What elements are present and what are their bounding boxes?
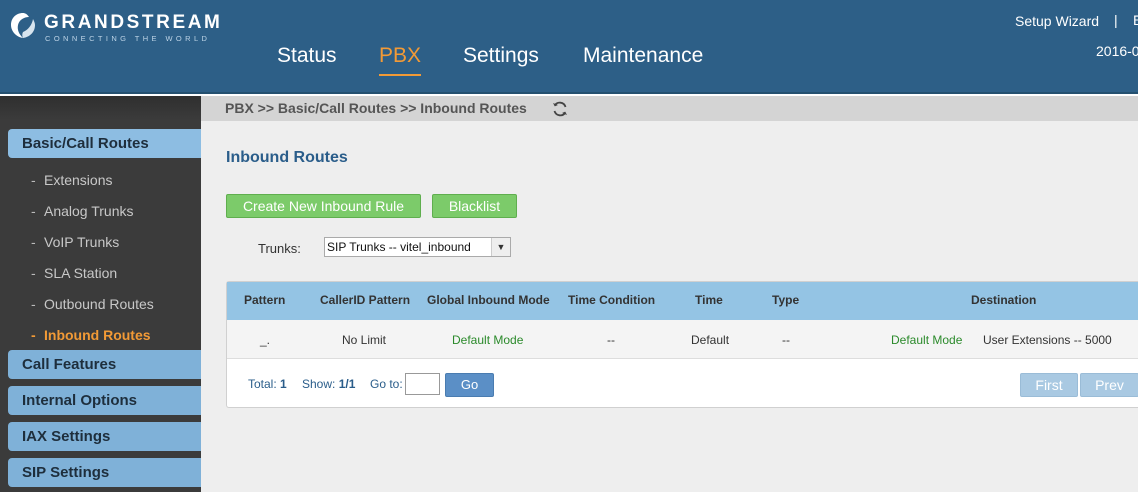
brand-logo[interactable]: GRANDSTREAM CONNECTING THE WORLD [8,10,228,46]
sidebar-item-label: Extensions [44,172,113,188]
prev-page-button[interactable]: Prev [1080,373,1138,397]
trunks-label: Trunks: [258,241,301,256]
sidebar-item-sla-station[interactable]: - SLA Station [31,265,117,281]
goto-page-input[interactable] [405,373,440,395]
sidebar-section-internal-options[interactable]: Internal Options [8,386,201,415]
pager-total-value: 1 [280,377,287,391]
pager-show-value: 1/1 [338,377,356,391]
column-header-global-inbound-mode[interactable]: Global Inbound Mode [427,293,550,307]
go-button[interactable]: Go [445,373,494,397]
sidebar-section-call-features[interactable]: Call Features [8,350,201,379]
sidebar-section-iax-settings[interactable]: IAX Settings [8,422,201,451]
column-header-destination[interactable]: Destination [971,293,1036,307]
main-content: Inbound Routes Create New Inbound Rule B… [201,121,1138,492]
sidebar-section-sip-settings[interactable]: SIP Settings [8,458,201,487]
trunks-select[interactable]: SIP Trunks -- vitel_inbound ▼ [324,237,511,257]
sidebar-section-basic-call-routes[interactable]: Basic/Call Routes [8,129,201,158]
sidebar-item-analog-trunks[interactable]: - Analog Trunks [31,203,134,219]
nav-status[interactable]: Status [277,44,337,68]
cell-type: -- [782,333,790,347]
sidebar-item-label: VoIP Trunks [44,234,120,250]
cell-global-inbound-mode[interactable]: Default Mode [452,333,523,347]
pager-show-label: Show: [302,377,336,391]
column-header-pattern[interactable]: Pattern [244,293,285,307]
sidebar-item-outbound-routes[interactable]: - Outbound Routes [31,296,154,312]
sidebar-item-label: Outbound Routes [44,296,154,312]
cell-time: Default [691,333,730,347]
brand-tagline: CONNECTING THE WORLD [45,34,211,43]
table-row[interactable]: _. No Limit Default Mode -- Default -- D… [227,320,1138,359]
blacklist-button[interactable]: Blacklist [432,194,517,218]
create-inbound-rule-button[interactable]: Create New Inbound Rule [226,194,421,218]
cell-destination: User Extensions -- 5000 [983,333,1112,347]
grandstream-logo-icon [11,13,35,38]
refresh-icon[interactable] [551,100,569,118]
sidebar-item-label: Analog Trunks [44,203,134,219]
sidebar-item-extensions[interactable]: - Extensions [31,172,112,188]
topbar-separator: | [1114,12,1118,28]
pager-show: Show: 1/1 [302,377,355,391]
sidebar-item-label: Inbound Routes [44,327,151,343]
pager-total: Total: 1 [248,377,287,391]
sidebar-item-label: SLA Station [44,265,118,281]
setup-wizard-link[interactable]: Setup Wizard [1015,13,1099,29]
breadcrumb-bar: PBX >> Basic/Call Routes >> Inbound Rout… [201,96,1138,121]
pager-total-label: Total: [248,377,277,391]
system-date: 2016-0 [1096,43,1138,59]
first-page-button[interactable]: First [1020,373,1078,397]
nav-maintenance[interactable]: Maintenance [583,44,703,68]
column-header-callerid-pattern[interactable]: CallerID Pattern [320,293,410,307]
pager-goto-label: Go to: [370,377,403,391]
brand-name: GRANDSTREAM [44,12,223,33]
page-title: Inbound Routes [226,149,348,166]
nav-pbx[interactable]: PBX [379,44,422,76]
topbar-extra-link[interactable]: E [1133,12,1138,28]
dropdown-arrow-icon[interactable]: ▼ [491,238,510,256]
sidebar: Basic/Call Routes - Extensions - Analog Tr… [0,96,201,492]
breadcrumb: PBX >> Basic/Call Routes >> Inbound Rout… [225,100,527,116]
column-header-type[interactable]: Type [772,293,799,307]
table-header: Pattern CallerID Pattern Global Inbound … [227,282,1138,320]
cell-pattern: _. [260,333,271,347]
cell-time-condition: -- [607,333,615,347]
sidebar-item-voip-trunks[interactable]: - VoIP Trunks [31,234,119,250]
sidebar-item-inbound-routes[interactable]: - Inbound Routes [31,327,151,343]
top-header: GRANDSTREAM CONNECTING THE WORLD Status … [0,0,1138,94]
cell-destination-mode[interactable]: Default Mode [891,333,962,347]
trunks-selected-value: SIP Trunks -- vitel_inbound [327,240,471,254]
cell-callerid-pattern: No Limit [342,333,387,347]
nav-settings[interactable]: Settings [463,44,539,68]
column-header-time[interactable]: Time [695,293,723,307]
inbound-routes-table: Pattern CallerID Pattern Global Inbound … [226,281,1138,408]
column-header-time-condition[interactable]: Time Condition [568,293,655,307]
